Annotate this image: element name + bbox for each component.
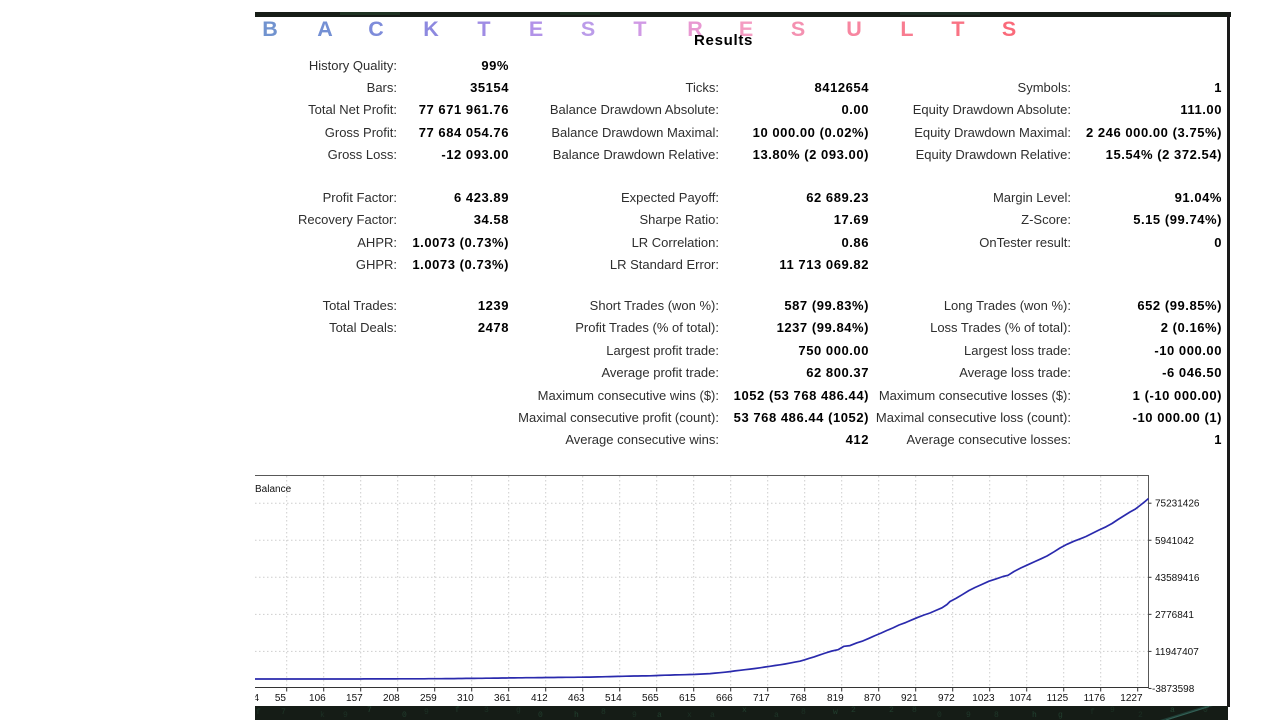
svg-text:565: 565: [642, 693, 659, 704]
svg-text:2776841: 2776841: [1155, 610, 1194, 621]
svg-text:921: 921: [901, 693, 918, 704]
svg-text:g: g: [1058, 711, 1063, 720]
svg-text:9: 9: [424, 708, 429, 717]
svg-text:717: 717: [753, 693, 770, 704]
svg-text:43589416: 43589416: [1155, 573, 1200, 584]
svg-text:157: 157: [346, 693, 363, 704]
svg-text:5941042: 5941042: [1155, 536, 1194, 547]
svg-text:a: a: [710, 711, 715, 720]
svg-text:1176: 1176: [1084, 693, 1106, 704]
svg-text:2: 2: [889, 706, 894, 715]
svg-text:11947407: 11947407: [1155, 647, 1199, 658]
svg-text:1227: 1227: [1120, 693, 1143, 704]
svg-text:a: a: [657, 711, 662, 720]
svg-text:2: 2: [1138, 711, 1143, 720]
svg-text:a: a: [1170, 706, 1175, 715]
svg-text:2: 2: [851, 706, 856, 715]
svg-text:361: 361: [494, 693, 511, 704]
svg-text:x: x: [687, 711, 692, 720]
svg-text:0: 0: [402, 711, 407, 720]
svg-text:310: 310: [457, 693, 474, 704]
svg-text:1125: 1125: [1047, 693, 1069, 704]
svg-text:463: 463: [568, 693, 585, 704]
svg-text:f: f: [455, 706, 460, 715]
svg-text:-3873598: -3873598: [1152, 684, 1195, 695]
svg-text:0: 0: [937, 711, 942, 720]
svg-text:9: 9: [343, 711, 348, 720]
svg-text:g: g: [516, 706, 521, 715]
svg-text:h: h: [1032, 711, 1037, 720]
svg-text:55: 55: [275, 693, 287, 704]
svg-text:0: 0: [538, 711, 543, 720]
svg-text:768: 768: [790, 693, 807, 704]
svg-text:h: h: [574, 711, 579, 720]
svg-text:819: 819: [827, 693, 844, 704]
svg-text:Balance: Balance: [255, 484, 292, 495]
svg-text:208: 208: [383, 693, 400, 704]
svg-text:8: 8: [801, 708, 806, 717]
svg-text:0: 0: [1203, 706, 1208, 715]
svg-text:1074: 1074: [1009, 693, 1032, 704]
svg-text:666: 666: [716, 693, 733, 704]
svg-text:7: 7: [281, 708, 286, 717]
svg-text:106: 106: [309, 693, 326, 704]
svg-text:f: f: [1090, 708, 1095, 717]
svg-text:615: 615: [679, 693, 696, 704]
svg-text:75231426: 75231426: [1155, 499, 1200, 510]
svg-text:9: 9: [1110, 706, 1115, 715]
svg-text:f: f: [256, 708, 261, 717]
svg-text:259: 259: [420, 693, 437, 704]
svg-text:514: 514: [605, 693, 622, 704]
svg-text:k: k: [320, 711, 325, 720]
svg-text:3: 3: [484, 706, 489, 715]
svg-text:1023: 1023: [972, 693, 995, 704]
svg-text:x: x: [742, 706, 747, 715]
svg-text:w: w: [833, 708, 838, 717]
svg-text:972: 972: [938, 693, 955, 704]
svg-text:a: a: [774, 711, 779, 720]
svg-text:870: 870: [864, 693, 881, 704]
svg-text:7: 7: [367, 706, 372, 715]
svg-text:9: 9: [632, 711, 637, 720]
svg-text:8: 8: [601, 708, 606, 717]
svg-text:8: 8: [994, 711, 999, 720]
svg-text:9: 9: [966, 711, 971, 720]
svg-text:8: 8: [912, 706, 917, 715]
svg-text:412: 412: [531, 693, 548, 704]
